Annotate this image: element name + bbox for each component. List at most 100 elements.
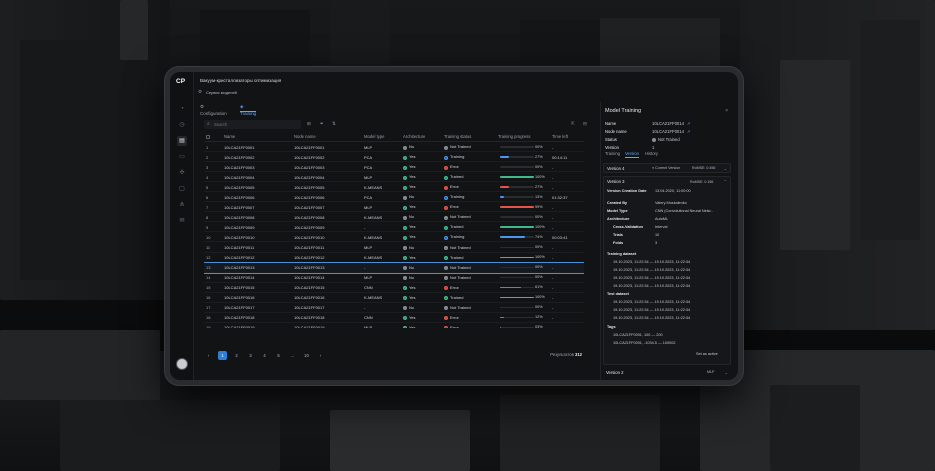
table-row[interactable]: 3 10LCA21FF0003 10LCA21FF0003 PCA ✓ Yes ! Error… [204, 162, 584, 173]
progress-bar [500, 226, 534, 228]
page-button[interactable]: 3 [246, 351, 255, 360]
filter-icon[interactable]: ⏷ [320, 121, 324, 126]
table-row[interactable]: 14 10LCA21FF0014 10LCA21FF0014 MLP – No – Not T… [204, 273, 584, 283]
close-icon[interactable]: × [725, 108, 728, 114]
bg-block [0, 330, 160, 400]
tags-label: Tags [607, 325, 616, 329]
bell-icon[interactable]: ◔ [177, 104, 187, 114]
export-icon[interactable]: ⇱ [571, 121, 575, 127]
panel-tab-version[interactable]: Version [625, 151, 639, 158]
col-node-name[interactable]: Node name [294, 134, 316, 139]
row-node-name: 10LCA21FF0018 [294, 315, 325, 321]
table-row[interactable]: 10 10LCA21FF0010 10LCA21FF0010 K-MEANS ✓ Yes ↻… [204, 232, 584, 243]
table-row[interactable]: 8 10LCA21FF0008 10LCA21FF0008 K-MEANS – No – No… [204, 212, 584, 223]
row-name: 10LCA21FF0003 [224, 164, 255, 170]
select-all-checkbox[interactable] [206, 135, 210, 139]
bg-block [120, 0, 148, 60]
chevron-down-icon[interactable]: ⌄ [725, 370, 728, 375]
row-index: 16 [206, 295, 211, 301]
open-link-icon[interactable]: ↗ [687, 121, 690, 126]
table-row[interactable]: 18 10LCA21FF0018 10LCA21FF0018 CNN ✓ Yes ! Erro… [204, 313, 584, 323]
table-row[interactable]: 11 10LCA21FF0011 10LCA21FF0011 MLP – No – Not T… [204, 243, 584, 253]
table-row[interactable]: 15 10LCA21FF0015 10LCA21FF0015 CNN ✓ Yes ! Erro… [204, 283, 584, 293]
prev-page-button[interactable]: ‹ [204, 351, 213, 360]
row-training-status: !Error [444, 184, 459, 190]
bg-block [500, 395, 660, 471]
mail-icon[interactable]: ✉ [177, 216, 187, 226]
table-row[interactable]: 5 10LCA21FF0005 10LCA21FF0005 K-MEANS ✓ Yes ! E… [204, 182, 584, 193]
open-link-icon[interactable]: ↗ [687, 129, 690, 134]
panel-tab-training[interactable]: Training [605, 151, 620, 157]
row-training-status: !Error [444, 164, 459, 170]
col-time-left[interactable]: Time left [552, 134, 568, 139]
page-button[interactable]: 10 [302, 351, 311, 360]
tab-training[interactable]: ◈ Training [240, 103, 257, 116]
architecture-icon: ✓ [403, 296, 407, 301]
set-active-button[interactable]: Set as active [696, 352, 718, 356]
page-button[interactable]: 1 [218, 351, 227, 360]
panel-tab-history[interactable]: History [645, 151, 658, 157]
search-input[interactable]: ⌕ Search [204, 120, 301, 129]
columns-icon[interactable]: ⊞ [307, 121, 311, 127]
page-button[interactable]: 2 [232, 351, 241, 360]
table-row[interactable]: 16 10LCA21FF0016 10LCA21FF0016 K-MEANS ✓ Yes ✓… [204, 293, 584, 303]
status-icon: ✓ [444, 175, 448, 180]
col-model-type[interactable]: Model type [364, 134, 384, 139]
clock-icon[interactable]: ◷ [177, 120, 187, 130]
detail-value: 10 [655, 233, 660, 237]
table-row[interactable]: 12 10LCA21FF0012 10LCA21FF0012 K-MEANS ✓ Yes ✓… [204, 253, 584, 263]
progress-bar [500, 216, 534, 218]
monitor-icon[interactable]: ▢ [177, 184, 187, 194]
bg-block [20, 40, 110, 280]
row-name: 10LCA21FF0019 [224, 325, 255, 328]
row-architecture: – No [403, 304, 415, 311]
page-button[interactable]: 5 [274, 351, 283, 360]
sort-icon[interactable]: ⇅ [332, 121, 336, 127]
row-index: 9 [206, 224, 209, 230]
detail-label: Folds [613, 241, 624, 245]
row-node-name: 10LCA21FF0007 [294, 204, 325, 210]
row-time-left: - [552, 164, 554, 170]
version-2-card[interactable]: Version 2 MLP ⌄ [603, 368, 731, 378]
table-row[interactable]: 1 10LCA21FF0001 10LCA21FF0001 MLP – No – Not Tr… [204, 142, 584, 153]
table-row[interactable]: 19 10LCA21FF0019 10LCA21FF0019 MLP ✓Yes !Erro… [204, 323, 584, 328]
progress-percent: 74% [535, 234, 543, 239]
chat-icon[interactable]: ▭ [177, 152, 187, 162]
hierarchy-icon[interactable]: ⋔ [177, 200, 187, 210]
tab-configuration[interactable]: ⚙ Configuration [200, 103, 227, 116]
progress-percent: 00% [535, 305, 543, 310]
row-name: 10LCA21FF0010 [224, 234, 255, 240]
col-name[interactable]: Name [224, 134, 235, 139]
col-training-progress[interactable]: Training progress [498, 134, 530, 139]
table-row[interactable]: 6 10LCA21FF0006 10LCA21FF0006 PCA – No ↻ Traini… [204, 192, 584, 203]
version-4-card[interactable]: Version 4 ● Current Version RoMSE: 0.456… [603, 163, 731, 173]
detail-label: Cross-Validation [613, 225, 643, 229]
service-name[interactable]: Сервис моделей [206, 90, 237, 95]
training-dataset-label: Training dataset [607, 252, 637, 256]
network-icon[interactable]: ✣ [177, 168, 187, 178]
table-row[interactable]: 13 10LCA21FF0013 10LCA21FF0013 - – No – Not Tra… [204, 261, 584, 274]
table-row[interactable]: 17 10LCA21FF0017 10LCA21FF0017 - – No – Not Tra… [204, 303, 584, 313]
row-time-left: - [552, 275, 554, 281]
col-training-status[interactable]: Training status [444, 134, 471, 139]
user-avatar[interactable] [176, 358, 188, 370]
table-row[interactable]: 2 10LCA21FF0002 10LCA21FF0002 PCA ✓ Yes ↻ Train… [204, 152, 584, 163]
row-architecture: – No [403, 274, 415, 281]
table-row[interactable]: 4 10LCA21FF0004 10LCA21FF0004 MLP ✓ Yes ✓ Train… [204, 172, 584, 183]
progress-percent: 00% [535, 245, 543, 249]
col-architecture[interactable]: Architecture [403, 134, 425, 139]
next-page-button[interactable]: › [316, 351, 325, 360]
chevron-up-icon[interactable]: ⌃ [724, 179, 727, 184]
table-row[interactable]: 7 10LCA21FF0007 10LCA21FF0007 MLP ✓ Yes ! Error… [204, 202, 584, 213]
chevron-down-icon[interactable]: ⌄ [724, 166, 727, 171]
models-icon[interactable]: ▤ [177, 136, 187, 146]
results-count: Результатов 312 [550, 352, 582, 357]
architecture-icon: – [403, 246, 407, 250]
row-architecture: ✓Yes [403, 284, 416, 291]
row-training-status: – Not Trained [444, 274, 471, 281]
progress-fill [500, 316, 505, 319]
page-button[interactable]: 4 [260, 351, 269, 360]
settings-icon[interactable]: ⊟ [583, 121, 587, 127]
progress-percent: 61% [535, 285, 543, 290]
table-row[interactable]: 9 10LCA21FF0009 10LCA21FF0009 - ✓ Yes ✓ Trained… [204, 222, 584, 233]
